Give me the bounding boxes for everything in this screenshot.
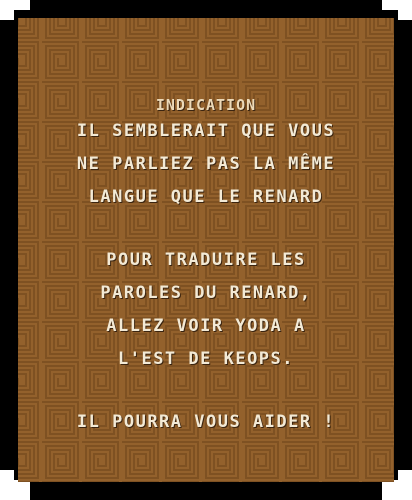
dialog-line: langue que le renard	[88, 187, 324, 207]
dialog-box: Indication Il semblerait que vous ne par…	[0, 0, 412, 500]
dialog-title: Indication	[155, 96, 257, 114]
dialog-line: ne parliez pas la même	[76, 154, 336, 174]
dialog-line: allez voir Yoda a	[106, 316, 306, 336]
dialog-line: Pour traduire les	[106, 250, 306, 270]
dialog-content: Indication Il semblerait que vous ne par…	[18, 18, 394, 482]
dialog-line: l'est de Keops.	[117, 349, 295, 369]
dialog-line: Il semblerait que vous	[76, 121, 336, 141]
dialog-line: Il pourra vous aider !	[76, 412, 336, 432]
dialog-line: paroles du renard,	[100, 283, 312, 303]
